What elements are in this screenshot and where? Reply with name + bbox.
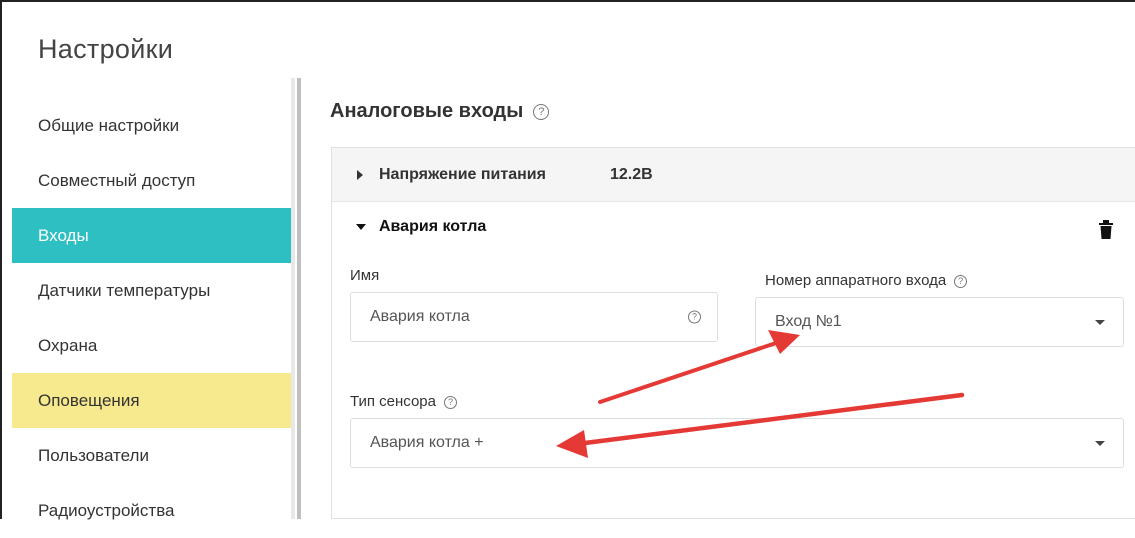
sidebar-item-inputs[interactable]: Входы (12, 208, 292, 263)
input-block-title[interactable]: Авария котла (379, 218, 486, 236)
hw-input-label: Номер аппаратного входа? (765, 272, 968, 289)
hw-input-label-text: Номер аппаратного входа (765, 272, 947, 289)
supply-voltage-row[interactable]: Напряжение питания 12.2В (332, 148, 1135, 202)
sidebar: Общие настройки Совместный доступ Входы … (12, 98, 292, 538)
hw-input-select[interactable]: Вход №1 (755, 297, 1124, 347)
help-icon[interactable]: ? (533, 103, 550, 120)
collapse-down-icon[interactable] (356, 224, 366, 230)
section-title-text: Аналоговые входы (330, 100, 524, 122)
sidebar-item-users[interactable]: Пользователи (12, 428, 292, 483)
section-title: Аналоговые входы? (330, 100, 550, 123)
trash-icon[interactable] (1099, 220, 1113, 240)
sidebar-scrollbar[interactable] (297, 78, 301, 519)
sensor-type-select-value: Авария котла + (370, 434, 484, 451)
chevron-down-icon (1095, 320, 1105, 325)
sidebar-item-notifications[interactable]: Оповещения (12, 373, 292, 428)
name-field-value: Авария котла (370, 308, 470, 325)
sensor-type-label-text: Тип сенсора (350, 393, 436, 410)
sidebar-item-temperature-sensors[interactable]: Датчики температуры (12, 263, 292, 318)
name-label: Имя (350, 267, 380, 284)
analog-inputs-card: Напряжение питания 12.2В Авария котла Им… (331, 147, 1135, 519)
expand-right-icon (357, 170, 363, 180)
hw-input-select-value: Вход №1 (775, 313, 842, 330)
supply-voltage-value: 12.2В (610, 166, 653, 183)
name-field[interactable]: Авария котла ? (350, 292, 718, 342)
sensor-type-select[interactable]: Авария котла + (350, 418, 1124, 468)
page-title: Настройки (38, 34, 174, 64)
help-icon[interactable]: ? (688, 310, 701, 324)
supply-voltage-label: Напряжение питания (379, 166, 546, 183)
help-icon[interactable]: ? (954, 274, 968, 288)
help-icon[interactable]: ? (444, 395, 457, 409)
sensor-type-label: Тип сенсора? (350, 393, 457, 410)
sidebar-divider (291, 78, 295, 519)
sidebar-item-radio-devices[interactable]: Радиоустройства (12, 483, 292, 538)
sidebar-item-general[interactable]: Общие настройки (12, 98, 292, 153)
chevron-down-icon (1095, 441, 1105, 446)
sidebar-item-shared-access[interactable]: Совместный доступ (12, 153, 292, 208)
sidebar-item-security[interactable]: Охрана (12, 318, 292, 373)
